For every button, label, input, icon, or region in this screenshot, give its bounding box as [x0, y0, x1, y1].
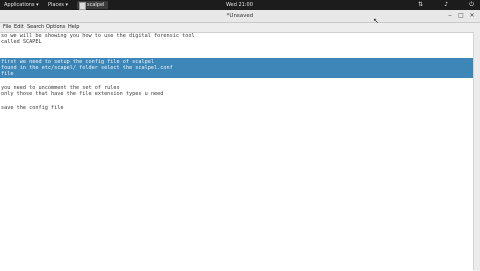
applications-menu[interactable]: Applications ▾	[4, 0, 39, 10]
text-editor-icon	[79, 2, 86, 10]
vertical-scrollbar[interactable]	[473, 32, 480, 270]
window-titlebar[interactable]: *Unsaved ‒ □ ✕	[0, 10, 480, 23]
volume-icon[interactable]: ♪	[444, 0, 448, 10]
editor-line-selected: file	[1, 71, 14, 77]
power-icon[interactable]: ⏻	[469, 0, 474, 10]
menu-help[interactable]: Help	[68, 23, 79, 32]
text-editor[interactable]: so we will be showing you how to use the…	[0, 32, 473, 271]
menu-file[interactable]: File	[3, 23, 11, 32]
menu-options[interactable]: Options	[46, 23, 65, 32]
close-icon[interactable]: ✕	[468, 12, 476, 20]
menu-edit[interactable]: Edit	[14, 23, 24, 32]
editor-line: save the config file	[1, 105, 64, 111]
menu-search[interactable]: Search	[27, 23, 44, 32]
top-panel: Applications ▾ Places ▾ scalpel Wed 21:0…	[0, 0, 480, 10]
taskbar-app-scalpel[interactable]: scalpel	[77, 1, 109, 10]
taskbar-app-label: scalpel	[87, 2, 105, 8]
menu-bar: File Edit Search Options Help	[0, 23, 480, 32]
clock[interactable]: Wed 21:00	[226, 0, 253, 10]
minimize-icon[interactable]: ‒	[446, 12, 454, 20]
network-icon[interactable]: ⇅	[418, 0, 423, 10]
places-menu[interactable]: Places ▾	[48, 0, 68, 10]
maximize-icon[interactable]: □	[457, 12, 465, 20]
window-title: *Unsaved	[226, 13, 254, 19]
mouse-cursor-icon: ↖	[373, 17, 379, 25]
status-area[interactable]: ⇅ ♪ ⏻	[418, 0, 474, 10]
editor-line: called SCAPEL	[1, 39, 42, 45]
editor-line-selected: found in the etc/scapel/ folder select t…	[1, 65, 173, 71]
editor-line: only those that have the file extension …	[1, 91, 164, 97]
